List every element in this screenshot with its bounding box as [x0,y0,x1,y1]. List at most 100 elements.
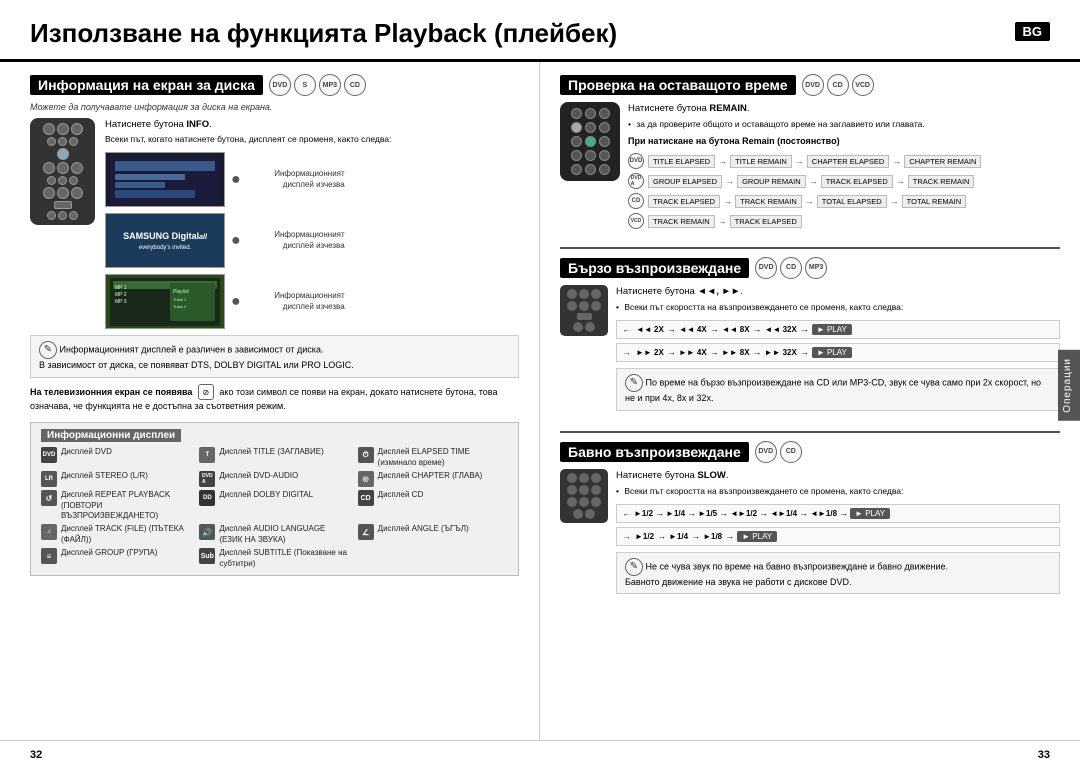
flow-track-remain-2: TRACK REMAIN [735,195,802,208]
display-cd: CD Дисплей CD [358,490,508,521]
r-btn [71,187,83,199]
screen-display-3: MP 1 MP 2 MP 3 Playlist Track 1 Track 2 [105,274,225,329]
display-title: T Дисплей TITLE (ЗАГЛАВИЕ) [199,447,349,468]
flow-arrow: → [718,156,727,166]
slow-notes-1: Не се чува звук по време на бавно възпро… [646,561,949,571]
flow-track-remain-3: TRACK REMAIN [648,215,715,228]
repeat-icon: ↺ [41,490,57,506]
svg-text:Track 1: Track 1 [173,297,187,302]
r-btn [69,176,78,185]
page-number-right: 33 [1038,749,1050,761]
svg-text:MP 3: MP 3 [115,299,127,305]
irb-3 [591,289,601,299]
flow-total-elapsed: TOTAL ELAPSED [817,195,887,208]
r-btn [58,137,67,146]
r-btn-1 [571,108,582,119]
slow-left-ind: ← [622,508,631,518]
s4: ◄►1/2 [730,509,757,518]
remain-press-bold: При натискане на бутона Remain (постоянс… [628,136,840,146]
r-btn-10 [571,150,582,161]
fast-button-text: Натиснете бутона ◄◄, ►►. [616,285,1060,298]
r-btn-4 [571,122,582,133]
display-track: ♫ Дисплей TRACK (FILE) (ПЪТЕКА (ФАЙЛ)) [41,524,191,545]
dolby-icon: DD [199,490,215,506]
dvd-icon: DVD [269,74,291,96]
sa4: → [759,508,768,518]
fast-8x-back: ◄◄ 8X [722,325,750,334]
arrow-label-2: ● Информационният дисплей изчезва [231,230,345,251]
fast-note: Всеки път скоростта на възпроизвеждането… [624,302,903,312]
irb-8 [585,322,595,332]
screen-label-1: Информационният дисплей изчезва [245,169,345,190]
r-btn-11 [585,150,596,161]
sa6: → [839,508,848,518]
stereo-text: Дисплей STEREO (L/R) [61,471,148,481]
track-icon: ♫ [41,524,57,540]
info-button-label: Натиснете бутона INFO. [105,118,519,131]
play-btn-4: ► PLAY [737,531,777,542]
slow-speed-row-2: → ►1/2 → ►1/4 → ►1/8 → ► PLAY [616,527,1060,546]
note-text-2: В зависимост от диска, се появяват DTS, … [39,360,354,370]
remain-header: Проверка на оставащото време DVD CD VCD [560,74,1060,96]
disk-info-section: Информация на екран за диска DVD S MP3 C… [30,74,519,412]
group-text: Дисплей GROUP (ГРУПА) [61,548,157,558]
bullet-3: • [616,486,619,496]
slow-cd-icon: CD [780,441,802,463]
irb-1 [567,289,577,299]
flow-row-3: CD TRACK ELAPSED → TRACK REMAIN → TOTAL … [628,193,1060,210]
r-btn [69,211,78,220]
fast-right-arrow: → [622,347,631,357]
r-btn [43,123,55,135]
sa1: → [655,508,664,518]
r-btn [57,148,69,160]
r-btn-9 [599,136,610,147]
play-btn-3: ► PLAY [850,508,890,519]
fast-note-icon: ✎ [625,374,643,392]
flow-total-remain: TOTAL REMAIN [902,195,966,208]
remain-cd-icon: CD [827,74,849,96]
arr5: → [667,347,676,357]
screen-label-2: Информационният дисплей изчезва [245,230,345,251]
page-container: Използване на функцията Playback (плейбе… [0,0,1080,769]
flow-row-vcd: VCD TRACK REMAIN → TRACK ELAPSED [628,213,1060,230]
s9: ►1/8 [703,532,722,541]
bg-badge: BG [1015,22,1051,41]
info-device-row: Натиснете бутона INFO. Всеки път, когато… [30,118,519,329]
fast-2x-fwd: ►► 2X [636,348,664,357]
info-displays-table: Информационни дисплеи DVD Дисплей DVD T … [30,422,519,576]
display-dvd: DVD Дисплей DVD [41,447,191,468]
fast-mp3-icon: MP3 [805,257,827,279]
remain-icons: DVD CD VCD [802,74,874,96]
arr7: → [753,347,762,357]
tv-section-title: На телевизионния екран се появява [30,387,192,397]
slow-right-ind: → [622,531,631,541]
angle-text: Дисплей ANGLE (ЪГЪЛ) [378,524,469,534]
slow-remote [560,469,608,523]
right-column: Проверка на оставащото време DVD CD VCD [540,62,1080,740]
page-title: Използване на функцията Playback (плейбе… [30,18,617,49]
sirb-11 [585,509,595,519]
r-btn-15 [599,164,610,175]
slow-device-area: Натиснете бутона SLOW. • Всеки път скоро… [560,469,1060,601]
flow-arrow-6: → [896,176,905,186]
r-btn [58,211,67,220]
irb-5 [579,301,589,311]
flow-arrow-9: → [890,196,899,206]
play-btn-1: ► PLAY [812,324,852,335]
right-arrow-icon-3: ● [231,293,241,311]
sirb-9 [591,497,601,507]
screen-display-1 [105,152,225,207]
slow-note: Всеки път скоростта на възпроизвеждането… [624,486,903,496]
flow-row-4: VCD TRACK REMAIN → TRACK ELAPSED [628,213,1060,230]
r-btn [47,176,56,185]
slow-section: Бавно възпроизвеждане DVD CD [560,441,1060,601]
section-divider-1 [560,247,1060,249]
disk-icons: DVD S MP3 CD [269,74,366,96]
operations-tab: Операции [1058,350,1080,421]
sirb-8 [579,497,589,507]
flow-row-cd: CD TRACK ELAPSED → TRACK REMAIN → TOTAL … [628,193,1060,210]
sirb-2 [579,473,589,483]
tv-section: На телевизионния екран се появява ⊘ ако … [30,384,519,413]
sirb-5 [579,485,589,495]
stereo-icon: LR [41,471,57,487]
